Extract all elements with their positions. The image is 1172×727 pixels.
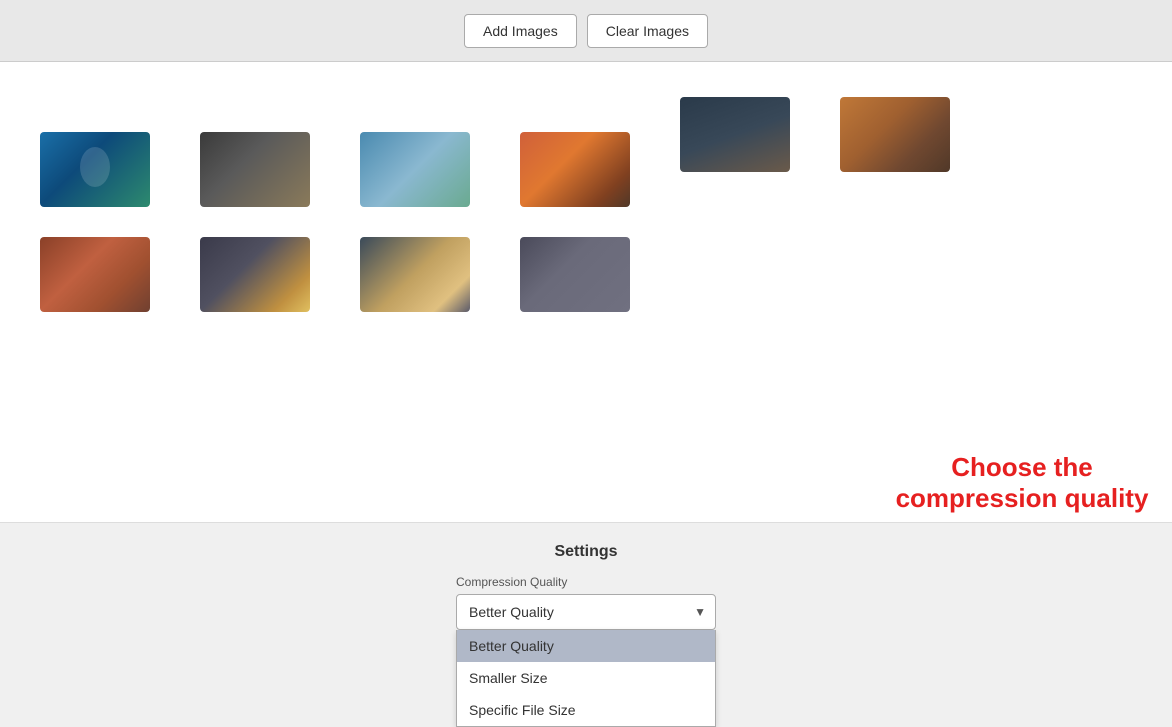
image-thumbnail[interactable] (200, 132, 310, 207)
image-thumbnail[interactable] (200, 237, 310, 312)
main-area: Choose the compression quality (0, 62, 1172, 522)
clear-images-button[interactable]: Clear Images (587, 14, 708, 48)
image-thumbnail[interactable] (40, 237, 150, 312)
dropdown-item-better-quality[interactable]: Better Quality (457, 630, 715, 662)
image-row-2 (40, 237, 1132, 312)
compression-quality-select[interactable]: Better Quality Smaller Size Specific Fil… (456, 594, 716, 630)
image-row-1 (40, 92, 1132, 207)
settings-title: Settings (554, 543, 617, 561)
image-thumbnail[interactable] (520, 237, 630, 312)
image-thumbnail[interactable] (840, 97, 950, 172)
image-thumbnail[interactable] (360, 132, 470, 207)
compression-quality-label: Compression Quality (456, 575, 567, 589)
annotation-text: Choose the compression quality (892, 452, 1152, 514)
image-thumbnail[interactable] (680, 97, 790, 172)
compression-quality-select-wrapper: Better Quality Smaller Size Specific Fil… (456, 594, 716, 630)
dropdown-item-smaller-size[interactable]: Smaller Size (457, 662, 715, 694)
dropdown-item-specific-file-size[interactable]: Specific File Size (457, 694, 715, 726)
image-thumbnail[interactable] (520, 132, 630, 207)
image-thumbnail[interactable] (360, 237, 470, 312)
add-images-button[interactable]: Add Images (464, 14, 577, 48)
dropdown-menu: Better Quality Smaller Size Specific Fil… (456, 630, 716, 727)
image-thumbnail[interactable] (40, 132, 150, 207)
settings-panel: Settings Compression Quality Better Qual… (0, 522, 1172, 722)
toolbar: Add Images Clear Images (0, 0, 1172, 62)
